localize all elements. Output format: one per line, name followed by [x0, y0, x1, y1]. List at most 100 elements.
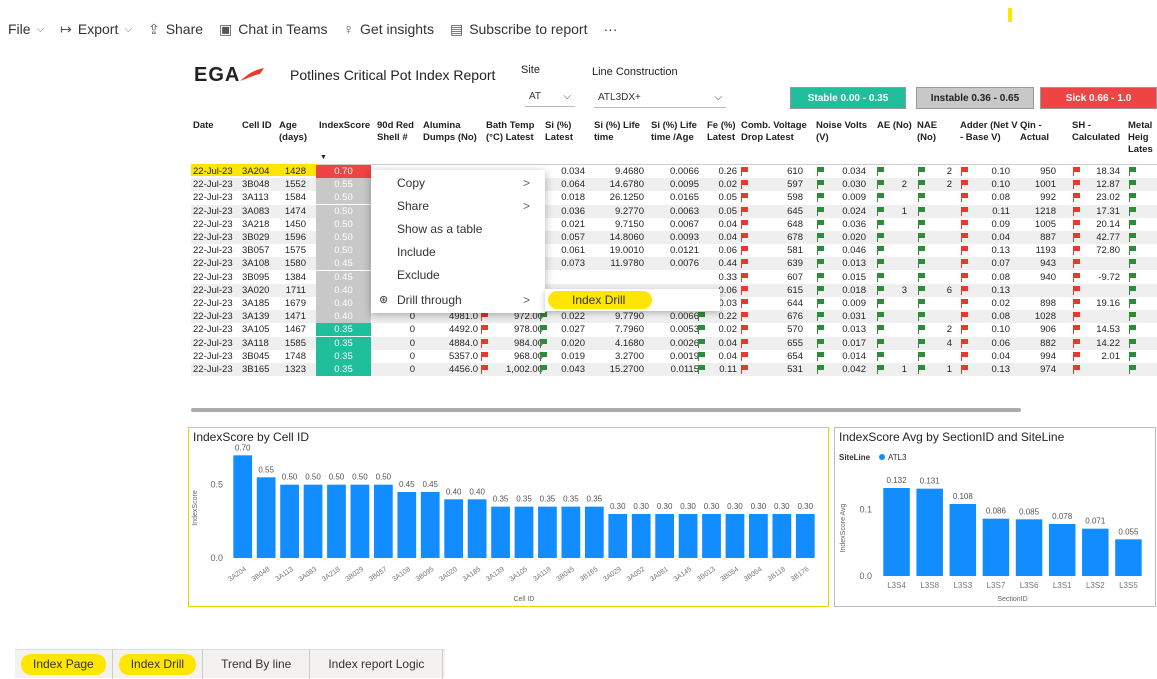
toolbar-item-get-insights[interactable]: ♀ Get insights	[344, 21, 434, 37]
site-slicer[interactable]: AT ⌵	[525, 87, 575, 107]
toolbar-item-share[interactable]: ⇪ Share	[148, 21, 203, 38]
bar[interactable]	[397, 492, 417, 558]
column-header[interactable]: 90d Red Shell #	[377, 120, 421, 144]
context-menu-item-copy[interactable]: Copy >	[397, 173, 542, 193]
bar[interactable]	[655, 514, 675, 558]
cell-silt: 26.1250	[609, 192, 644, 204]
status-flag-icon	[1073, 219, 1080, 229]
table-row[interactable]: 22-Jul-23 3A218 1450 0.021 9.7150 0.0067 0.04 6…	[191, 217, 1157, 231]
bar[interactable]	[949, 504, 977, 576]
line-construction-slicer[interactable]: ATL3DX+ ⌵	[594, 88, 726, 108]
toolbar-item-file[interactable]: File ⌵	[8, 21, 44, 37]
context-menu-item-share[interactable]: Share >	[397, 196, 542, 216]
bar[interactable]	[280, 484, 299, 558]
bar[interactable]	[538, 506, 557, 558]
table-row[interactable]: 22-Jul-23 3A113 1584 0.018 26.1250 0.0165 0.05…	[191, 191, 1157, 205]
table-row[interactable]: 22-Jul-23 3B057 1575 0.061 19.0010 0.0121 0.06…	[191, 244, 1157, 258]
context-menu-item-exclude[interactable]: Exclude	[397, 265, 542, 285]
bar[interactable]	[608, 514, 628, 558]
legend-label: Sick 0.66 - 1.0	[1065, 92, 1132, 104]
bar[interactable]	[420, 492, 440, 558]
table-row[interactable]: 22-Jul-23 3A105 1467 0 4492.0 978.00 0.027 7.79…	[191, 323, 1157, 337]
column-header[interactable]: Noise Volts (V)	[816, 120, 875, 144]
column-header[interactable]: Fe (%) Latest	[707, 120, 739, 144]
table-row[interactable]: 22-Jul-23 3B165 1323 0 4456.0 1,002.00 0.043 15…	[191, 363, 1157, 376]
toolbar-item--[interactable]: ···	[603, 21, 617, 37]
table-row[interactable]: 22-Jul-23 3A108 1580 0.073 11.9780 0.0076 0.44…	[191, 257, 1157, 271]
tab-index-drill[interactable]: Index Drill	[113, 650, 204, 679]
column-header[interactable]: Si (%) Life time /Age	[651, 120, 705, 144]
bar[interactable]	[631, 514, 651, 558]
bar[interactable]	[327, 484, 346, 558]
bar[interactable]	[1015, 519, 1043, 576]
bar[interactable]	[303, 484, 323, 558]
context-menu-item-include[interactable]: Include	[397, 242, 542, 262]
legend-dot-icon	[879, 454, 885, 460]
data-label: 0.40	[469, 487, 485, 496]
status-flag-icon	[877, 233, 884, 242]
column-header[interactable]: Date	[193, 120, 240, 132]
bar[interactable]	[233, 455, 253, 558]
bar[interactable]	[702, 514, 721, 558]
cell-cvd: 531	[787, 364, 803, 375]
table-row[interactable]: 22-Jul-23 3A139 1471 0 4981.0 972.00 0.022 9.77…	[191, 310, 1157, 324]
bar[interactable]	[883, 488, 910, 576]
bar[interactable]	[795, 514, 815, 558]
bar[interactable]	[444, 499, 464, 558]
context-menu-item-show-as-a-table[interactable]: Show as a table	[397, 219, 542, 239]
bar[interactable]	[373, 484, 393, 558]
submenu-index-drill[interactable]: Index Drill	[572, 293, 625, 307]
column-header[interactable]: SH - Calculated	[1072, 120, 1126, 144]
cell-indexscore: 0.70	[316, 165, 371, 178]
bar[interactable]	[1115, 539, 1142, 576]
column-header[interactable]: Comb. Voltage Drop Latest	[741, 120, 814, 144]
bar[interactable]	[678, 514, 698, 558]
bar[interactable]	[1048, 524, 1076, 576]
status-flag-icon	[481, 351, 488, 361]
cell-cvd: 655	[787, 337, 803, 349]
column-header[interactable]: Qin - Actual	[1020, 120, 1070, 144]
context-menu-item-drill-through[interactable]: ⊛ Drill through >	[379, 290, 542, 310]
bar[interactable]	[982, 518, 1010, 576]
bar[interactable]	[561, 506, 581, 558]
bar[interactable]	[749, 514, 768, 558]
toolbar-item-chat-in-teams[interactable]: ▣ Chat in Teams	[219, 21, 327, 38]
table-row[interactable]: 22-Jul-23 3B029 1596 0.057 14.8060 0.0093 0.04…	[191, 231, 1157, 244]
column-header[interactable]: Bath Temp (°C) Latest	[486, 120, 543, 144]
tab-index-report-logic[interactable]: Index report Logic	[310, 650, 444, 679]
bar[interactable]	[916, 488, 943, 576]
column-header[interactable]: AE (No)	[877, 120, 915, 132]
column-header[interactable]: Adder (Net V - Base V)	[960, 120, 1018, 144]
tab-trend-by-line[interactable]: Trend By line	[203, 650, 311, 679]
table-row[interactable]: 22-Jul-23 3B045 1748 0 5357.0 968.00 0.019 3.27…	[191, 349, 1157, 363]
bar[interactable]	[772, 514, 792, 558]
column-header[interactable]: Cell ID	[242, 120, 277, 132]
column-header[interactable]: Metal Heig Lates	[1128, 120, 1157, 156]
bar[interactable]	[467, 499, 487, 558]
x-tick-label: L3S4	[887, 581, 906, 590]
table-row[interactable]: 22-Jul-23 3B095 1384 0.33 607 0.015 0.08 940 -9.…	[191, 270, 1157, 284]
toolbar-item-export[interactable]: ↦ Export ⌵	[60, 21, 132, 38]
bar[interactable]	[514, 506, 534, 558]
column-header[interactable]: Alumina Dumps (No)	[423, 120, 484, 144]
column-header[interactable]: IndexScore	[319, 120, 375, 132]
table-row[interactable]: 22-Jul-23 3B048 1552 0.064 14.6780 0.0095 0.02…	[191, 178, 1157, 192]
bar[interactable]	[584, 506, 604, 558]
drill-through-icon: ⊛	[379, 294, 389, 306]
toolbar-item-subscribe-to-report[interactable]: ▤ Subscribe to report	[450, 21, 588, 38]
site-value: AT	[529, 91, 542, 102]
table-row[interactable]: 22-Jul-23 3A204 1428 0.034 9.4680 0.0066 0.26 6…	[191, 165, 1157, 178]
horizontal-scrollbar[interactable]	[191, 408, 1021, 412]
bar[interactable]	[350, 484, 370, 558]
table-row[interactable]: 22-Jul-23 3A118 1585 0 4884.0 984.00 0.020 4.16…	[191, 336, 1157, 350]
tab-index-page[interactable]: Index Page	[15, 650, 113, 679]
bar[interactable]	[491, 506, 510, 558]
column-header[interactable]: NAE (No)	[917, 120, 958, 144]
column-header[interactable]: Si (%) Latest	[545, 120, 592, 144]
bar[interactable]	[1082, 528, 1109, 576]
bar[interactable]	[725, 514, 745, 558]
bar[interactable]	[256, 477, 276, 558]
table-row[interactable]: 22-Jul-23 3A083 1474 0.036 9.2770 0.0063 0.05 6…	[191, 204, 1157, 218]
column-header[interactable]: Si (%) Life time	[594, 120, 649, 144]
column-header[interactable]: Age (days)	[279, 120, 317, 144]
